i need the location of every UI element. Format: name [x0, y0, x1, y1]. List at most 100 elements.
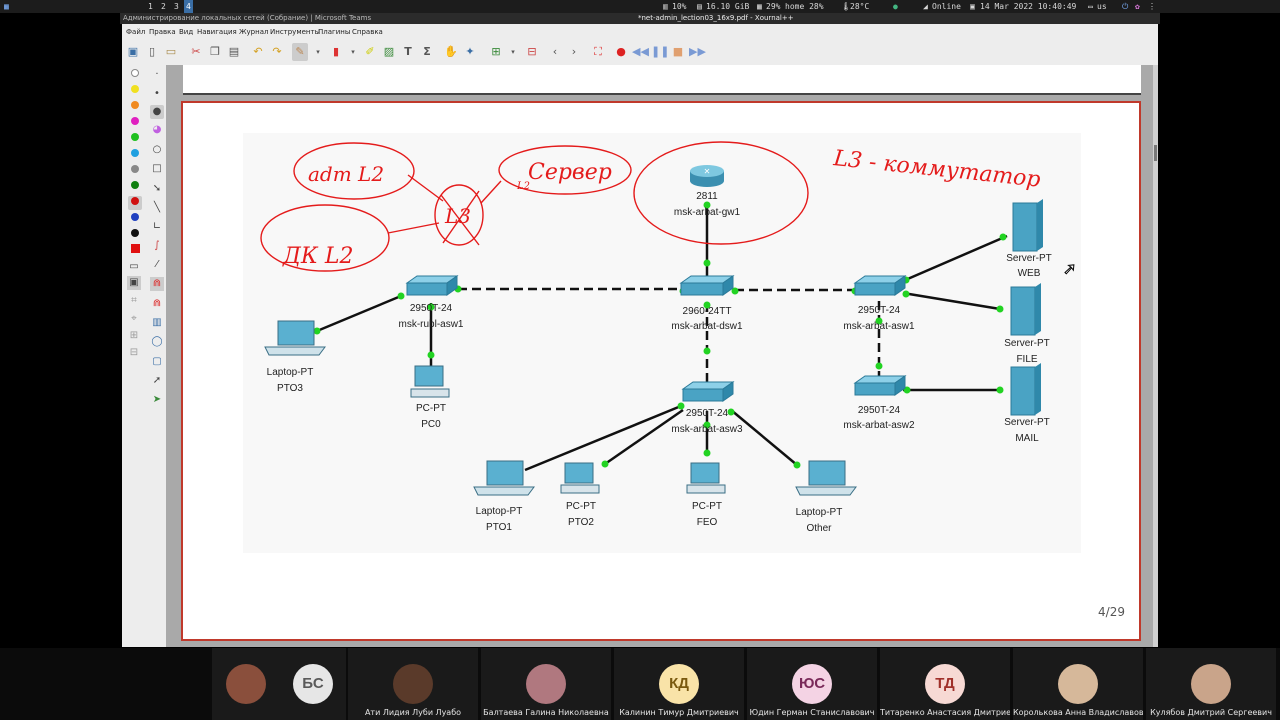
wifi-icon[interactable]: ◢	[923, 0, 928, 13]
shape-recognizer-icon[interactable]: ◯	[150, 335, 164, 349]
zoom-in-icon[interactable]: ⊞	[127, 329, 141, 343]
play-object-icon[interactable]: ➤	[150, 393, 164, 407]
two-pages-icon[interactable]: ▭	[127, 260, 141, 274]
menu-view[interactable]: Вид	[179, 24, 193, 41]
rewind-icon[interactable]: ◀◀	[632, 43, 649, 61]
presentation-icon[interactable]: ▣	[127, 276, 141, 290]
save-icon[interactable]: ▣	[125, 43, 141, 61]
teams-window-title[interactable]: Администрирование локальных сетей (Собра…	[123, 13, 371, 24]
spline-icon[interactable]: ∫	[150, 239, 164, 253]
text-icon[interactable]: T	[400, 43, 416, 61]
color-yellow-icon[interactable]	[128, 84, 142, 98]
select-rect-icon[interactable]: ▢	[150, 355, 164, 369]
pause-icon[interactable]: ❚❚	[651, 43, 669, 61]
participant-tile[interactable]: ТД Титаренко Анастасия Дмитриевна	[880, 648, 1010, 720]
menu-plugins[interactable]: Плагины	[318, 24, 350, 41]
circle-icon[interactable]: ○	[150, 143, 164, 157]
menu-help[interactable]: Справка	[352, 24, 383, 41]
fast-forward-icon[interactable]: ▶▶	[689, 43, 706, 61]
participant-tile[interactable]: БС	[280, 648, 346, 720]
zoom-out-icon[interactable]: ⊟	[127, 346, 141, 360]
scrollbar-thumb[interactable]	[1154, 145, 1157, 161]
image-icon[interactable]: ▨	[381, 43, 397, 61]
menu-icon[interactable]: ⋮	[1148, 0, 1156, 13]
add-page-icon[interactable]: ⊞	[488, 43, 504, 61]
participant-tile[interactable]: Королькова Анна Владиславовна	[1013, 648, 1143, 720]
color-magenta-icon[interactable]	[128, 116, 142, 130]
highlighter-icon[interactable]: ✐	[362, 43, 378, 61]
open-folder-icon[interactable]: ▭	[163, 43, 179, 61]
magnet-icon[interactable]: ⋒	[150, 277, 164, 291]
color-blue-icon[interactable]	[128, 212, 142, 226]
add-page-chevron-icon[interactable]: ▾	[505, 43, 521, 61]
magnet-grid-icon[interactable]: ⋒	[150, 297, 164, 311]
layer-icon[interactable]: ▥	[150, 316, 164, 330]
pen-options-chevron-icon[interactable]: ▾	[310, 43, 326, 61]
color-red-icon[interactable]	[128, 196, 142, 210]
cut-icon[interactable]: ✂	[188, 43, 204, 61]
participant-tile[interactable]: ЮС Юдин Герман Станиславович	[747, 648, 877, 720]
dot-medium-icon[interactable]: •	[150, 87, 164, 101]
eraser-icon[interactable]: ▮	[328, 43, 344, 61]
next-page-icon[interactable]: ›	[566, 43, 582, 61]
new-document-icon[interactable]: ▯	[144, 43, 160, 61]
participant-tile[interactable]: Балтаева Галина Николаевна	[481, 648, 611, 720]
select-pointer-icon[interactable]: ➚	[150, 374, 164, 388]
menu-file[interactable]: Файл	[126, 24, 145, 41]
select-object-icon[interactable]: ✦	[462, 43, 478, 61]
arrow-icon[interactable]: ➘	[150, 182, 164, 196]
eraser-options-chevron-icon[interactable]: ▾	[345, 43, 361, 61]
dot-large-icon[interactable]: ●	[150, 105, 164, 119]
color-cyan-icon[interactable]	[128, 148, 142, 162]
color-red-square-icon[interactable]	[128, 244, 142, 258]
paste-icon[interactable]: ▤	[226, 43, 242, 61]
zoom-fit-icon[interactable]: ⌖	[127, 312, 141, 326]
menu-journal[interactable]: Журнал	[239, 24, 268, 41]
xournal-window-title[interactable]: *net-admin_lection03_16x9.pdf - Xournal+…	[638, 13, 794, 24]
workspace-1[interactable]: 1	[148, 0, 153, 13]
previous-page-icon[interactable]: ‹	[547, 43, 563, 61]
math-icon[interactable]: Σ	[419, 43, 435, 61]
keyboard-layout[interactable]: us	[1097, 0, 1107, 13]
record-icon[interactable]: ●	[613, 43, 629, 61]
rectangle-icon[interactable]: □	[150, 162, 164, 176]
delete-page-icon[interactable]: ⊟	[524, 43, 540, 61]
axis-icon[interactable]: ∟	[150, 220, 164, 234]
stop-icon[interactable]: ■	[670, 43, 686, 61]
current-page[interactable]: ✕ 2811 msk-arbat-gw1 2960-24TT msk-arbat…	[181, 101, 1141, 641]
line-icon[interactable]: ╲	[150, 201, 164, 215]
hand-icon[interactable]: ✋	[443, 43, 459, 61]
redo-icon[interactable]: ↷	[269, 43, 285, 61]
ruler-icon[interactable]: ⁄	[150, 258, 164, 272]
apps-icon[interactable]: ▦	[4, 0, 9, 13]
pen-icon[interactable]: ✎	[292, 43, 308, 61]
menu-tools[interactable]: Инструменты	[270, 24, 320, 41]
participant-tile[interactable]: КД Калинин Тимур Дмитриевич	[614, 648, 744, 720]
discord-icon[interactable]: ●	[893, 0, 898, 13]
vertical-scrollbar[interactable]	[1153, 65, 1158, 647]
participant-tile[interactable]: Ати Лидия Луби Луабо	[348, 648, 478, 720]
copy-icon[interactable]: ❐	[207, 43, 223, 61]
workspace-3[interactable]: 3	[174, 0, 179, 13]
color-black-icon[interactable]	[128, 228, 142, 242]
participant-tile[interactable]: Кулябов Дмитрий Сергеевич	[1146, 648, 1276, 720]
color-orange-icon[interactable]	[128, 100, 142, 114]
tray-icon[interactable]: ✿	[1135, 0, 1140, 13]
color-gray-icon[interactable]	[128, 164, 142, 178]
disk-usage: 29%	[766, 2, 781, 11]
fullscreen-icon[interactable]: ⛶	[590, 43, 606, 61]
undo-icon[interactable]: ↶	[250, 43, 266, 61]
color-white-icon[interactable]	[128, 68, 142, 82]
fill-icon[interactable]: ◕	[150, 123, 164, 137]
participant-tile[interactable]	[212, 648, 280, 720]
power-icon[interactable]: ⏻	[1122, 0, 1128, 13]
workspace-2[interactable]: 2	[161, 0, 166, 13]
workspace-4[interactable]: 4	[184, 0, 193, 13]
dot-small-icon[interactable]: ·	[150, 68, 164, 82]
menu-navigation[interactable]: Навигация	[197, 24, 237, 41]
crop-icon[interactable]: ⌗	[127, 294, 141, 308]
document-canvas[interactable]: ✕ 2811 msk-arbat-gw1 2960-24TT msk-arbat…	[166, 65, 1153, 647]
color-dark-green-icon[interactable]	[128, 180, 142, 194]
menu-edit[interactable]: Правка	[149, 24, 176, 41]
color-green-icon[interactable]	[128, 132, 142, 146]
